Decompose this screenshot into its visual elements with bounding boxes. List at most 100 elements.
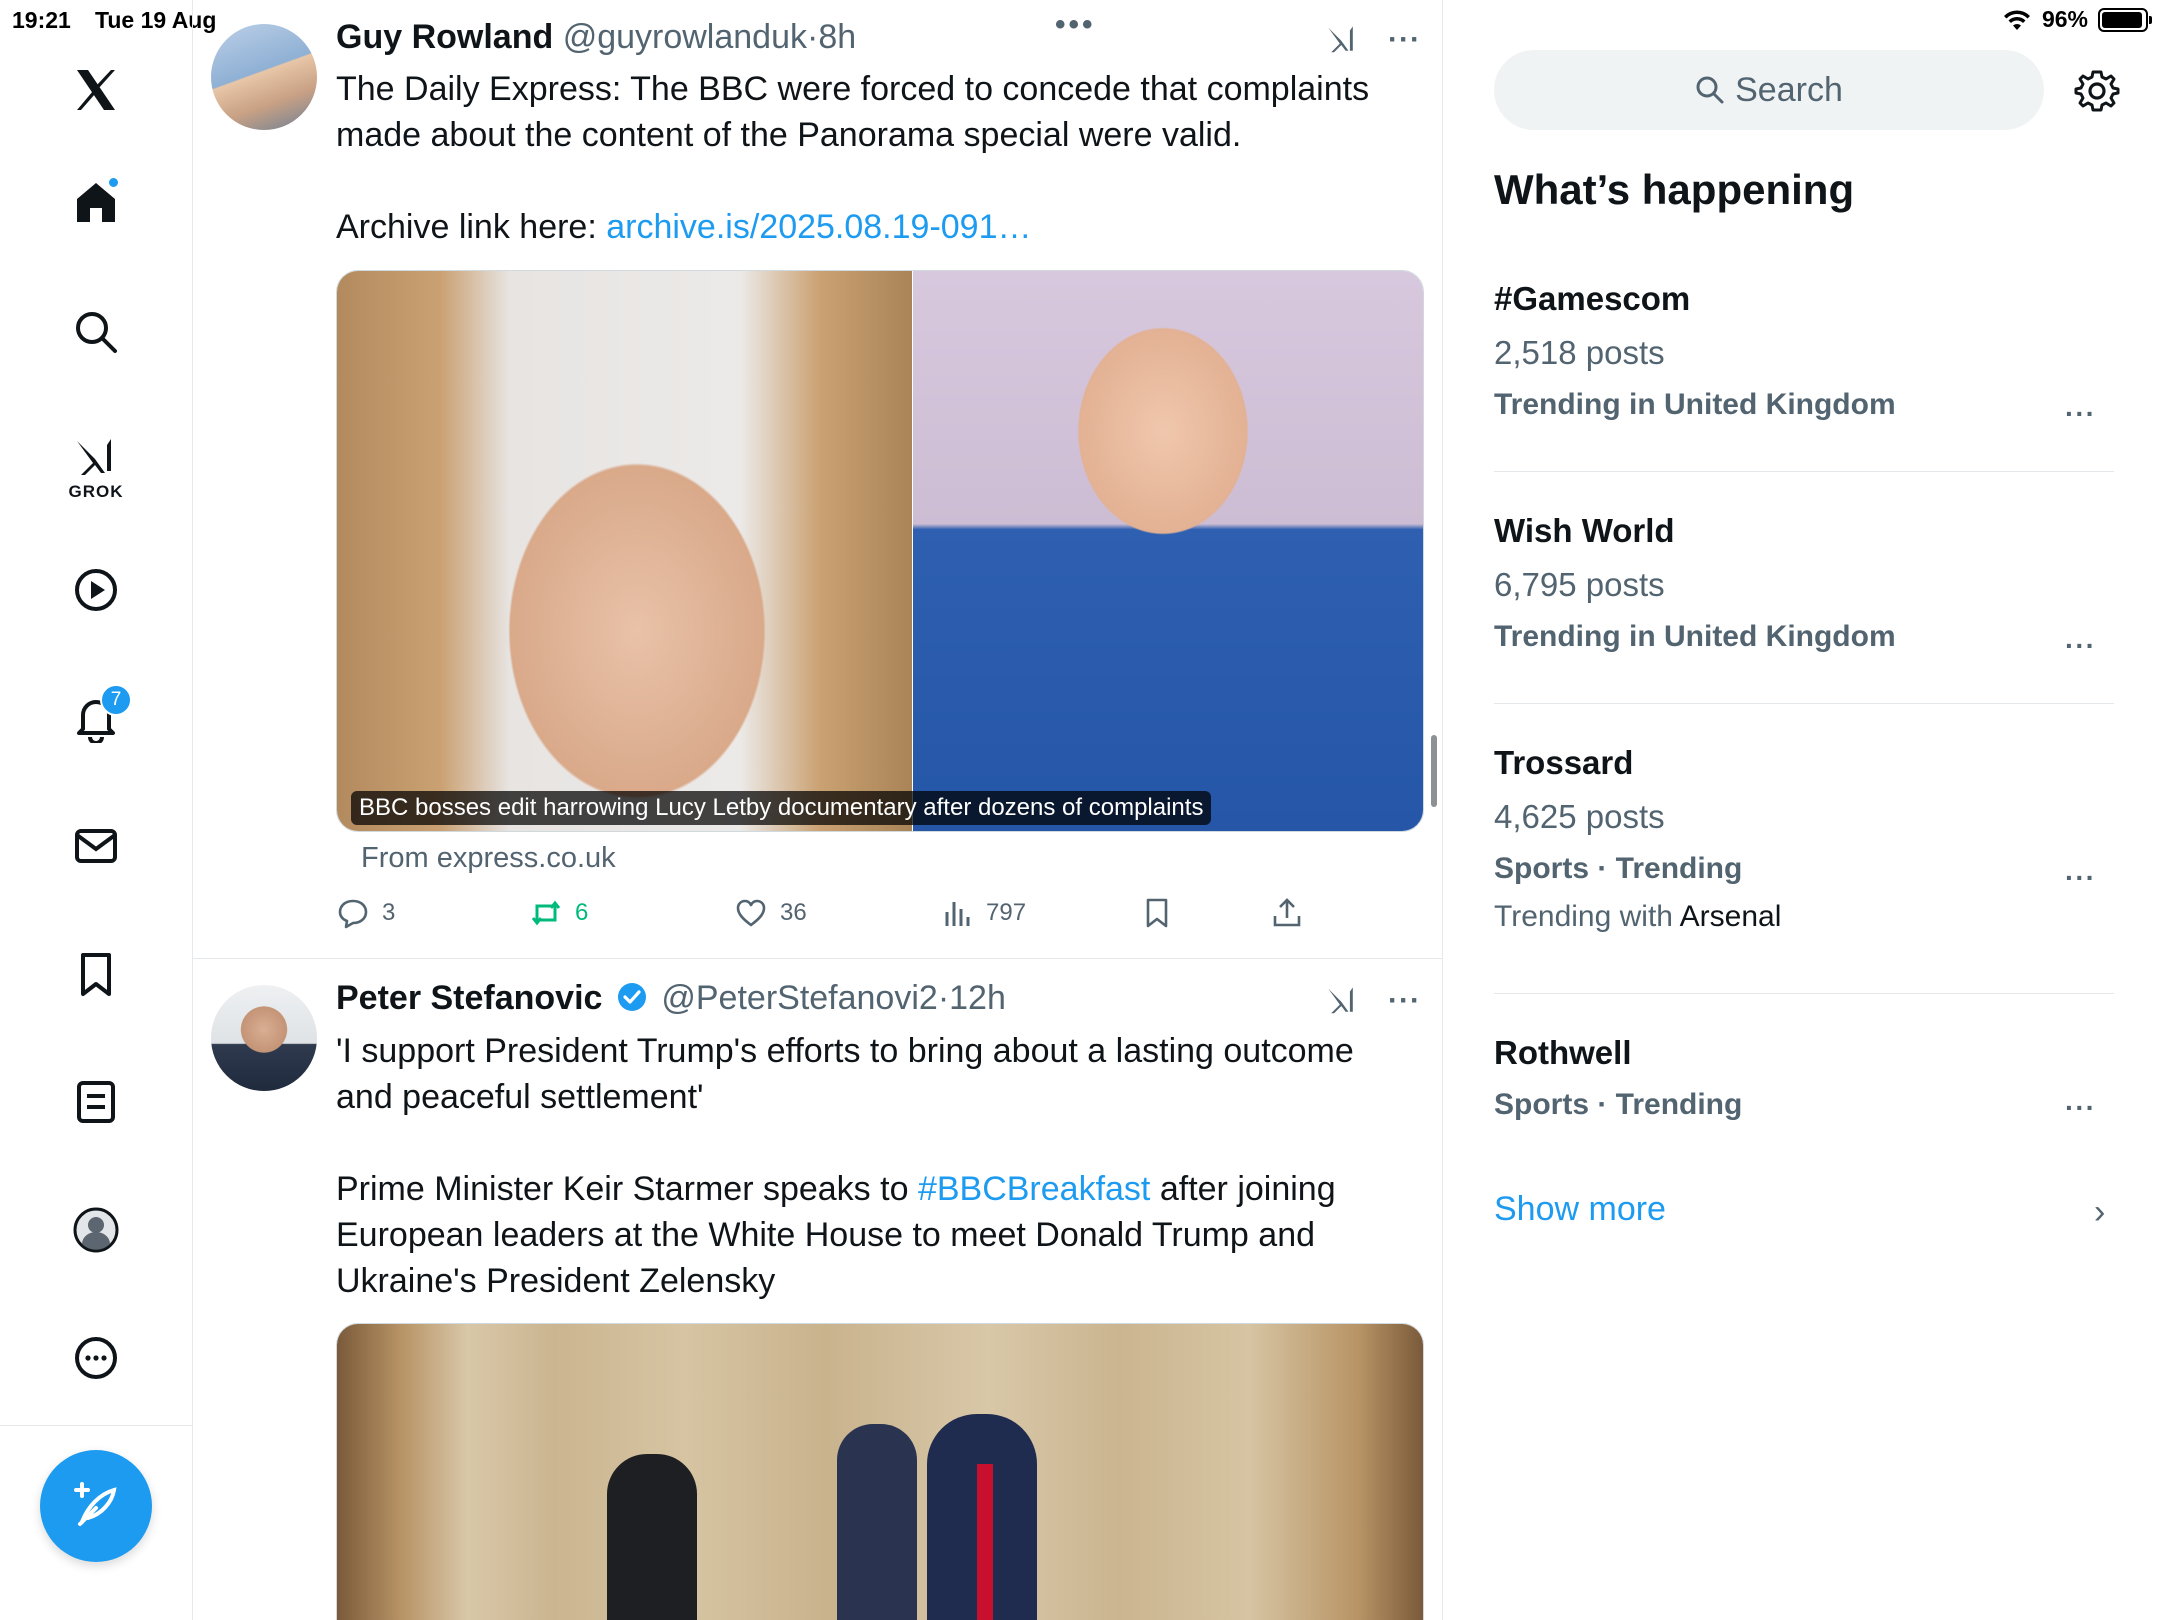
share-icon [1273,898,1301,927]
reply-count: 3 [382,899,396,926]
grok-explain-icon[interactable] [1324,983,1360,1019]
show-more-link[interactable]: Show more [1494,1190,1666,1229]
trend-more-icon[interactable]: ··· [2065,1092,2096,1124]
trend-divider [1494,471,2114,472]
bookmark-button[interactable] [1140,896,1174,930]
trend-divider [1494,993,2114,994]
search-icon [1696,76,1724,104]
trending-with-name[interactable]: Arsenal [1680,900,1782,933]
mugshot-photo [337,271,912,831]
trend-item[interactable]: Wish World 6,795 posts Trending in Unite… [1494,512,2114,661]
heart-icon [736,899,766,927]
like-count: 36 [780,899,807,926]
trend-more-icon[interactable]: ··· [2065,630,2096,662]
notifications-icon[interactable]: 7 [58,680,134,756]
tweet-header: Peter Stefanovic @PeterStefanovi2·12h [336,979,1006,1017]
trend-post-count: 4,625 posts [1494,798,1665,835]
trend-title: #Gamescom [1494,280,1691,317]
views-chart-icon [945,902,970,926]
trend-item[interactable]: Trossard 4,625 posts Sports · Trending T… [1494,744,2114,934]
x-logo-icon[interactable] [58,52,134,128]
trend-item[interactable]: #Gamescom 2,518 posts Trending in United… [1494,280,2114,429]
trend-more-icon[interactable]: ··· [2065,862,2096,894]
profile-icon[interactable] [58,1192,134,1268]
timeline[interactable]: ••• Guy Rowland @guyrowlanduk·8h ··· The… [193,0,1443,1620]
bookmarks-icon[interactable] [58,936,134,1012]
verified-badge-icon [617,983,646,1011]
home-unread-dot [107,176,120,189]
trend-title: Trossard [1494,744,1634,781]
trend-title: Rothwell [1494,1034,1632,1071]
trending-with: Trending with Arsenal [1494,900,2114,934]
messages-icon[interactable] [58,808,134,884]
tweet-text-line: European leaders at the White House to m… [336,1216,1316,1254]
tweet-text-line: 'I support President Trump's efforts to … [336,1032,1354,1070]
settings-gear-icon[interactable] [2074,68,2120,114]
video-icon[interactable] [58,552,134,628]
repost-icon [531,900,561,926]
trend-post-count: 6,795 posts [1494,566,1665,603]
link-card-title: BBC bosses edit harrowing Lucy Letby doc… [351,791,1212,825]
nurse-photo [913,271,1423,831]
author-name[interactable]: Guy Rowland [336,18,553,56]
trend-context: Sports · Trending [1494,1088,1743,1121]
tweet-video[interactable] [336,1323,1424,1620]
trend-context: Sports · Trending [1494,852,1743,885]
search-input[interactable]: Search [1494,50,2044,130]
trending-with-prefix: Trending with [1494,900,1680,933]
views-button[interactable]: 797 [940,896,1026,930]
search-icon[interactable] [58,294,134,370]
red-tie [977,1464,993,1620]
archive-prefix: Archive link here: [336,208,607,246]
like-button[interactable]: 36 [734,896,807,930]
link-source[interactable]: From express.co.uk [361,842,616,875]
chevron-right-icon[interactable]: › [2094,1193,2105,1232]
notifications-badge: 7 [100,684,132,716]
grok-explain-icon[interactable] [1324,22,1360,58]
author-name[interactable]: Peter Stefanovic [336,979,602,1017]
repost-count: 6 [575,899,589,926]
compose-feather-icon [74,1482,117,1526]
whats-happening-heading: What’s happening [1494,166,1855,213]
tweet-more-icon[interactable]: ··· [1388,984,1421,1018]
trend-context: Trending in United Kingdom [1494,620,1896,653]
trend-post-count: 2,518 posts [1494,334,1665,371]
tweet-header: Guy Rowland @guyrowlanduk·8h [336,18,857,56]
tweet-text-line: Prime Minister Keir Starmer speaks to #B… [336,1166,1396,1212]
more-options-icon[interactable] [58,1320,134,1396]
archive-link[interactable]: archive.is/2025.08.19-091… [606,208,1031,246]
reply-button[interactable]: 3 [336,896,395,930]
person-figure [607,1454,697,1620]
tweet-time: 12h [949,979,1006,1017]
trend-more-icon[interactable]: ··· [2065,398,2096,430]
person-figure [837,1424,917,1620]
tweet[interactable]: Peter Stefanovic @PeterStefanovi2·12h ··… [193,959,1442,1620]
tweet-text-line: Ukraine's President Zelensky [336,1262,776,1300]
grok-label: GROK [68,482,124,501]
tweet-time: 8h [818,18,857,56]
author-handle[interactable]: @guyrowlanduk [563,18,807,56]
hashtag-link[interactable]: #BBCBreakfast [918,1170,1150,1208]
tweet-more-icon[interactable]: ··· [1388,23,1421,57]
share-button[interactable] [1270,896,1304,930]
tweet-text-segment: Prime Minister Keir Starmer speaks to [336,1170,918,1208]
author-handle[interactable]: @PeterStefanovi2 [661,979,937,1017]
tweet[interactable]: Guy Rowland @guyrowlanduk·8h ··· The Dai… [193,0,1442,958]
search-placeholder: Search [1735,70,1843,109]
compose-post-button[interactable] [40,1450,152,1562]
trend-item[interactable]: Rothwell Sports · Trending ··· [1494,1034,2114,1124]
right-sidebar: Search What’s happening #Gamescom 2,518 … [1444,0,2160,1620]
grok-icon[interactable]: GROK [58,420,134,501]
tweet-text-line: The Daily Express: The BBC were forced t… [336,70,1370,108]
home-icon[interactable] [58,164,134,240]
avatar[interactable] [211,24,317,130]
view-count: 797 [986,899,1027,926]
tweet-text: 'I support President Trump's efforts to … [336,1028,1396,1304]
tweet-top-actions: ··· [1324,22,1421,58]
nav-divider [0,1425,193,1426]
trend-title: Wish World [1494,512,1675,549]
avatar[interactable] [211,985,317,1091]
repost-button[interactable]: 6 [529,896,588,930]
lists-icon[interactable] [58,1064,134,1140]
link-card-image[interactable]: BBC bosses edit harrowing Lucy Letby doc… [336,270,1424,832]
